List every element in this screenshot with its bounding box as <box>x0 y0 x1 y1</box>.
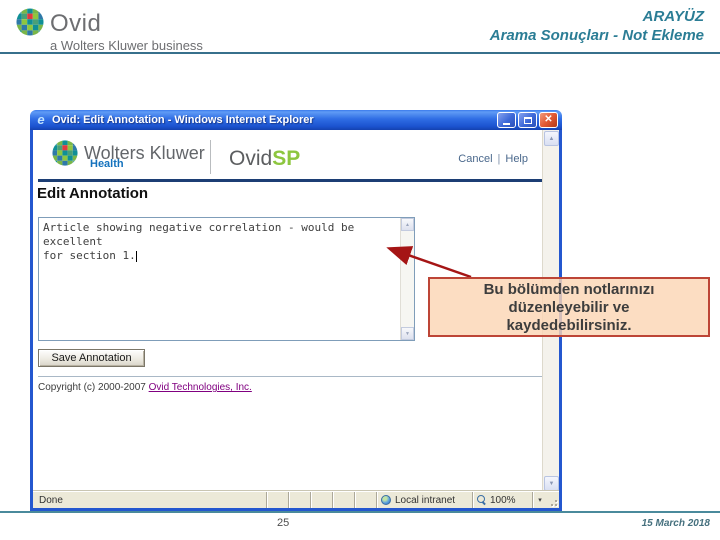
ovidsp-sp: SP <box>272 147 301 170</box>
callout-box: Bu bölümden notlarınızı düzenleyebilir v… <box>428 277 710 337</box>
wolters-kluwer-logo: Wolters Kluwer <box>52 140 205 166</box>
logo-divider <box>210 140 211 174</box>
link-separator: | <box>497 153 501 165</box>
brand-name: Ovid <box>50 10 102 37</box>
ovid-logo: Ovid <box>16 8 101 38</box>
page-heading: Edit Annotation <box>37 185 149 202</box>
window-titlebar[interactable]: e Ovid: Edit Annotation - Windows Intern… <box>30 110 562 130</box>
scroll-down-icon[interactable]: ▼ <box>401 327 414 340</box>
statusbar-cell <box>310 492 332 508</box>
brand-tagline: a Wolters Kluwer business <box>50 38 203 53</box>
maximize-button[interactable] <box>518 112 537 128</box>
statusbar-cell <box>332 492 354 508</box>
resize-grip[interactable] <box>547 492 559 508</box>
help-link[interactable]: Help <box>505 153 528 165</box>
status-bar: Done Local intranet 100% ▾ <box>33 491 559 508</box>
footer-divider <box>0 511 720 513</box>
minimize-button[interactable] <box>497 112 516 128</box>
close-button[interactable]: ✕ <box>539 112 558 128</box>
minimize-icon <box>503 122 510 125</box>
statusbar-cell <box>266 492 288 508</box>
status-text: Done <box>39 494 63 506</box>
slide-title-line2: Arama Sonuçları - Not Ekleme <box>489 27 704 44</box>
window-title: Ovid: Edit Annotation - Windows Internet… <box>52 114 495 126</box>
annotation-text-value: Article showing negative correlation - w… <box>43 221 355 262</box>
grip-dot <box>555 504 557 506</box>
magnifier-icon <box>477 495 487 505</box>
wolters-kluwer-mosaic-icon <box>52 140 78 166</box>
page-number: 25 <box>277 517 290 529</box>
annotation-text: Article showing negative correlation - w… <box>39 218 414 266</box>
zoom-dropdown-button[interactable]: ▾ <box>532 492 547 508</box>
text-caret <box>135 251 137 262</box>
window-title-bold: Windows Internet Explorer <box>174 114 314 126</box>
ovid-mosaic-icon <box>16 8 44 36</box>
statusbar-cell <box>354 492 376 508</box>
zone-label: Local intranet <box>395 494 456 506</box>
grip-dot <box>551 504 553 506</box>
zoom-level: 100% <box>490 494 516 506</box>
zoom-control[interactable]: 100% <box>472 492 532 508</box>
scroll-up-icon[interactable]: ▲ <box>544 131 559 146</box>
internet-explorer-icon: e <box>37 112 45 127</box>
slide-title-line1: ARAYÜZ <box>642 8 704 25</box>
copyright-link[interactable]: Ovid Technologies, Inc. <box>149 382 252 393</box>
ovidsp-ovid: Ovid <box>229 147 273 170</box>
copyright: Copyright (c) 2000-2007 Ovid Technologie… <box>38 382 252 393</box>
scroll-up-icon[interactable]: ▲ <box>401 218 414 231</box>
presentation-slide: Ovid a Wolters Kluwer business ARAYÜZ Ar… <box>0 0 720 540</box>
globe-icon <box>381 495 391 505</box>
close-icon: ✕ <box>544 114 553 125</box>
statusbar-cell <box>288 492 310 508</box>
slide-title: ARAYÜZ Arama Sonuçları - Not Ekleme <box>490 7 704 45</box>
wolters-kluwer-health: Health <box>90 158 124 170</box>
textarea-scrollbar[interactable]: ▲ ▼ <box>400 218 414 340</box>
header-rule <box>38 179 542 182</box>
page-links: Cancel | Help <box>458 153 528 165</box>
grip-dot <box>555 500 557 502</box>
footer-rule <box>38 376 542 377</box>
ovidsp-logo: OvidSP <box>229 147 300 171</box>
save-annotation-button[interactable]: Save Annotation <box>38 349 145 367</box>
cancel-link[interactable]: Cancel <box>458 153 492 165</box>
scroll-down-icon[interactable]: ▼ <box>544 476 559 491</box>
slide-date: 15 March 2018 <box>641 518 710 529</box>
header-divider <box>0 52 720 54</box>
annotation-textarea[interactable]: Article showing negative correlation - w… <box>38 217 415 341</box>
copyright-text: Copyright (c) 2000-2007 <box>38 382 149 393</box>
maximize-icon <box>523 116 532 124</box>
window-title-regular: Ovid: Edit Annotation - <box>52 114 175 126</box>
security-zone: Local intranet <box>376 492 472 508</box>
